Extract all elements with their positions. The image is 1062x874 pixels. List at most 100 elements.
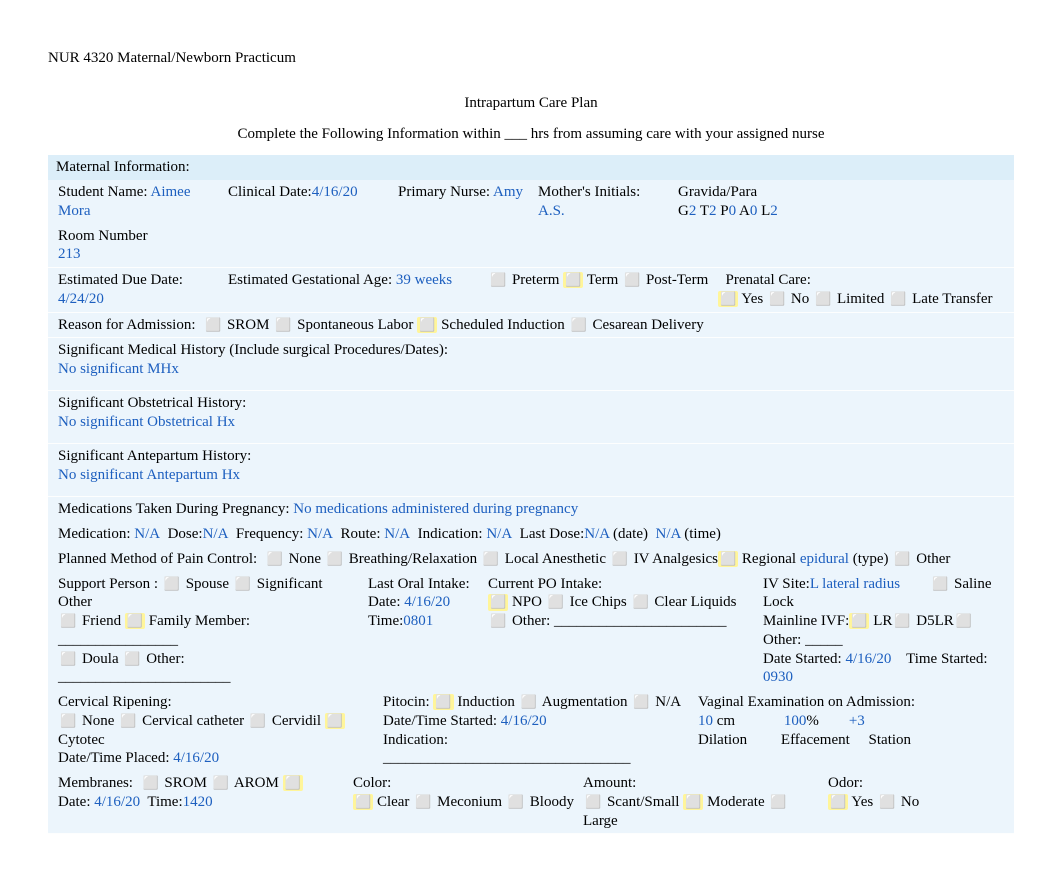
checkbox-po-clear[interactable]: ⬜ (630, 594, 650, 610)
value-iv-date-started[interactable]: 4/16/20 (845, 651, 891, 667)
value-pain-type[interactable]: epidural (800, 551, 849, 567)
checkbox-iv-d5lr[interactable]: ⬜ (892, 613, 912, 629)
value-mother-initials[interactable]: A.S. (538, 203, 565, 219)
cell-medication-details: Medication: N/A Dose:N/A Frequency: N/A … (54, 522, 1008, 547)
value-last-dose-date[interactable]: N/A (584, 526, 609, 542)
checkbox-pm-breath[interactable]: ⬜ (325, 551, 345, 567)
value-frequency[interactable]: N/A (307, 526, 333, 542)
checkbox-pc-no[interactable]: ⬜ (767, 291, 787, 307)
label-mem-arom: AROM (234, 775, 279, 791)
value-p[interactable]: 0 (729, 203, 737, 219)
checkbox-sp-doula[interactable]: ⬜ (58, 651, 78, 667)
value-loi-time[interactable]: 0801 (403, 613, 433, 629)
value-route[interactable]: N/A (384, 526, 410, 542)
value-sig-med-hx[interactable]: No significant MHx (58, 361, 179, 377)
checkbox-col-mec[interactable]: ⬜ (413, 794, 433, 810)
checkbox-cr-cytotec[interactable]: ⬜ (325, 713, 345, 729)
cell-ob-hx: Significant Obstetrical History: No sign… (54, 391, 1008, 443)
checkbox-pit-na[interactable]: ⬜ (631, 694, 651, 710)
cell-iv-site: IV Site:L lateral radius ⬜ Saline Lock M… (759, 572, 1008, 691)
label-ra-cesarean: Cesarean Delivery (593, 317, 704, 333)
value-room-number[interactable]: 213 (58, 246, 81, 262)
cell-ega: Estimated Gestational Age: 39 weeks (224, 268, 484, 293)
checkbox-pm-other[interactable]: ⬜ (892, 551, 912, 567)
checkbox-pc-limited[interactable]: ⬜ (813, 291, 833, 307)
value-last-dose-time[interactable]: N/A (656, 526, 681, 542)
label-po-ice: Ice Chips (570, 594, 627, 610)
value-ve-efface[interactable]: 100 (784, 713, 807, 729)
checkbox-col-bloody[interactable]: ⬜ (506, 794, 526, 810)
checkbox-po-ice[interactable]: ⬜ (546, 594, 566, 610)
checkbox-term[interactable]: ⬜ (563, 272, 583, 288)
value-iv-site[interactable]: L lateral radius (810, 576, 900, 592)
value-primary-nurse[interactable]: Amy (493, 184, 523, 200)
checkbox-iv-lr[interactable]: ⬜ (849, 613, 869, 629)
checkbox-mem-extra[interactable]: ⬜ (283, 775, 303, 791)
value-g[interactable]: 2 (689, 203, 697, 219)
checkbox-mem-arom[interactable]: ⬜ (211, 775, 231, 791)
label-gravida-para: Gravida/Para (678, 184, 757, 200)
checkbox-pit-augment[interactable]: ⬜ (519, 694, 539, 710)
checkbox-pm-local[interactable]: ⬜ (481, 551, 501, 567)
section-maternal-header: Maternal Information: (48, 155, 1014, 180)
checkbox-postterm[interactable]: ⬜ (622, 272, 642, 288)
value-ega[interactable]: 39 weeks (396, 272, 452, 288)
value-loi-date[interactable]: 4/16/20 (404, 594, 450, 610)
checkbox-ra-sched[interactable]: ⬜ (417, 317, 437, 333)
checkbox-cr-cervidil[interactable]: ⬜ (248, 713, 268, 729)
value-pit-dt-started[interactable]: 4/16/20 (501, 713, 547, 729)
value-sig-ante-hx[interactable]: No significant Antepartum Hx (58, 467, 240, 483)
checkbox-odor-no[interactable]: ⬜ (877, 794, 897, 810)
label-loi-time: Time: (368, 613, 403, 629)
label-po-clear: Clear Liquids (654, 594, 736, 610)
value-clinical-date[interactable]: 4/16/20 (312, 184, 358, 200)
page: NUR 4320 Maternal/Newborn Practicum Intr… (0, 0, 1062, 874)
value-ve-dilation[interactable]: 10 (698, 713, 713, 729)
checkbox-amt-scant[interactable]: ⬜ (583, 794, 603, 810)
checkbox-iv-other[interactable]: ⬜ (954, 613, 974, 629)
checkbox-sp-spouse[interactable]: ⬜ (162, 576, 182, 592)
checkbox-ra-srom[interactable]: ⬜ (203, 317, 223, 333)
checkbox-sp-sig-other[interactable]: ⬜ (233, 576, 253, 592)
checkbox-pm-regional[interactable]: ⬜ (718, 551, 738, 567)
checkbox-po-npo[interactable]: ⬜ (488, 594, 508, 610)
label-ra-spont: Spontaneous Labor (297, 317, 413, 333)
checkbox-amt-mod[interactable]: ⬜ (683, 794, 703, 810)
row-support-intake-iv: Support Person : ⬜ Spouse ⬜ Significant … (48, 572, 1014, 691)
checkbox-odor-yes[interactable]: ⬜ (828, 794, 848, 810)
checkbox-ra-spont[interactable]: ⬜ (273, 317, 293, 333)
value-mem-time[interactable]: 1420 (183, 794, 213, 810)
value-dose[interactable]: N/A (203, 526, 229, 542)
row-med-hx: Significant Medical History (Include sur… (48, 338, 1014, 391)
checkbox-pm-none[interactable]: ⬜ (265, 551, 285, 567)
checkbox-pc-yes[interactable]: ⬜ (718, 291, 738, 307)
value-sig-ob-hx[interactable]: No significant Obstetrical Hx (58, 414, 235, 430)
checkbox-cr-none[interactable]: ⬜ (58, 713, 78, 729)
checkbox-sp-other[interactable]: ⬜ (122, 651, 142, 667)
value-l[interactable]: 2 (770, 203, 778, 219)
checkbox-pc-late[interactable]: ⬜ (888, 291, 908, 307)
value-meds-pregnancy[interactable]: No medications administered during pregn… (293, 501, 578, 517)
checkbox-mem-srom[interactable]: ⬜ (140, 775, 160, 791)
checkbox-iv-saline[interactable]: ⬜ (930, 576, 950, 592)
checkbox-cr-cath[interactable]: ⬜ (118, 713, 138, 729)
checkbox-ra-cesarean[interactable]: ⬜ (569, 317, 589, 333)
value-t[interactable]: 2 (709, 203, 717, 219)
checkbox-pit-induction[interactable]: ⬜ (433, 694, 453, 710)
value-medication[interactable]: N/A (134, 526, 160, 542)
checkbox-pm-iv[interactable]: ⬜ (610, 551, 630, 567)
value-ve-station[interactable]: +3 (849, 713, 865, 729)
checkbox-col-clear[interactable]: ⬜ (353, 794, 373, 810)
value-cr-dt-placed[interactable]: 4/16/20 (173, 750, 219, 766)
checkbox-sp-family[interactable]: ⬜ (125, 613, 145, 629)
value-indication[interactable]: N/A (486, 526, 512, 542)
value-mem-date[interactable]: 4/16/20 (94, 794, 140, 810)
checkbox-amt-lrg[interactable]: ⬜ (768, 794, 788, 810)
value-edd[interactable]: 4/24/20 (58, 291, 104, 307)
value-a[interactable]: 0 (750, 203, 758, 219)
checkbox-preterm[interactable]: ⬜ (488, 272, 508, 288)
value-iv-time-started[interactable]: 0930 (763, 669, 793, 685)
label-g: G (678, 203, 689, 219)
checkbox-sp-friend[interactable]: ⬜ (58, 613, 78, 629)
checkbox-po-other[interactable]: ⬜ (488, 613, 508, 629)
